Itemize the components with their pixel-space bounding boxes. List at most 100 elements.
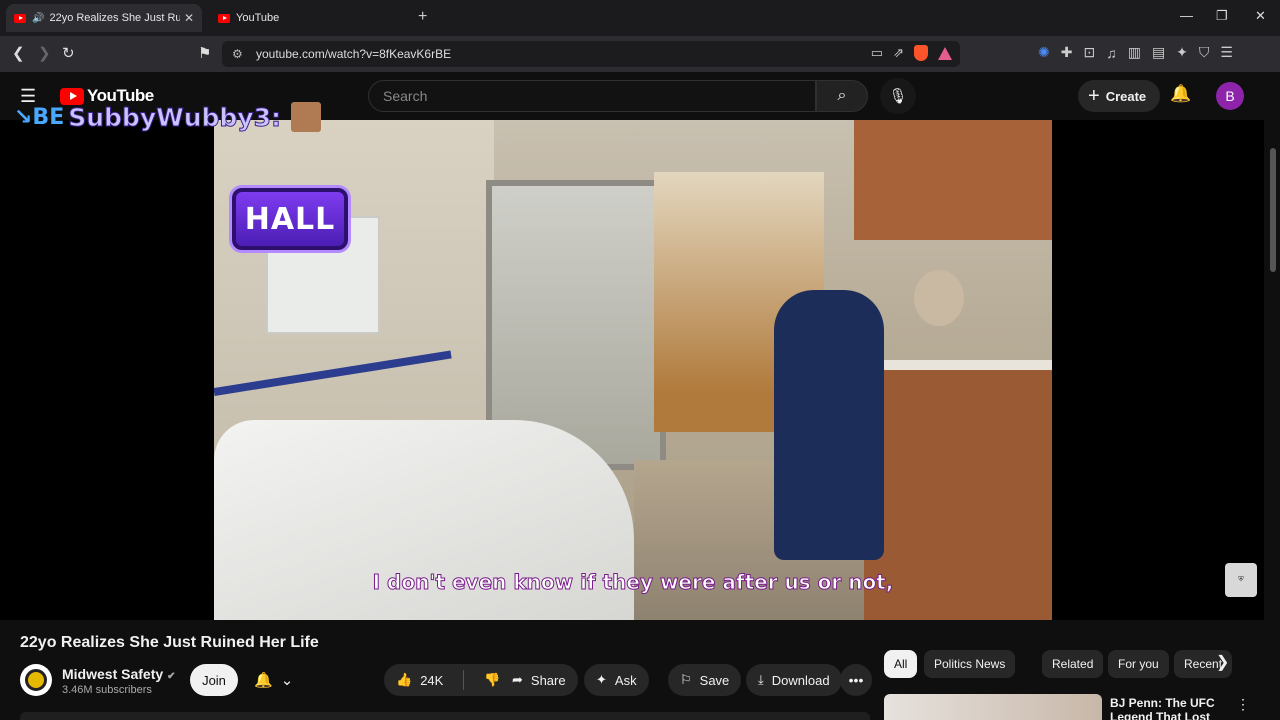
recommendation-thumbnail[interactable] <box>884 694 1102 720</box>
save-button[interactable]: ⚐ Save <box>668 664 742 696</box>
cast-icon[interactable]: ▭ <box>871 45 883 61</box>
microphone-icon: 🎙 <box>888 88 908 105</box>
browser-extensions: ✺ ✚ ⊡ ♫ ▥ ▤ ✦ ⛉ ☰ <box>1038 44 1233 61</box>
more-horizontal-icon: ••• <box>848 672 864 688</box>
chip-all[interactable]: All <box>884 650 918 678</box>
chip-politics-news[interactable]: Politics News <box>924 650 1016 678</box>
search-field[interactable] <box>368 80 816 112</box>
tab-title: YouTube <box>236 12 280 24</box>
youtube-favicon-icon <box>14 13 26 23</box>
address-bar[interactable]: ⚙ youtube.com/watch?v=8fKeavK6rBE ▭ ⇗ <box>222 41 960 67</box>
thumbs-up-icon: 👍 <box>396 672 413 687</box>
youtube-logo-icon <box>60 87 84 105</box>
save-label: Save <box>699 672 730 688</box>
channel-name-text[interactable]: Midwest Safety <box>62 666 163 682</box>
maximize-icon[interactable]: ❐ <box>1216 8 1228 24</box>
download-label: Download <box>771 672 830 688</box>
sparkle-icon: ✦ <box>596 672 607 687</box>
tab-title: 22yo Realizes She Just Ruined <box>49 12 180 24</box>
reload-icon[interactable]: ↻ <box>62 44 75 62</box>
wallet-icon[interactable]: ▤ <box>1152 44 1165 61</box>
channel-avatar[interactable] <box>20 664 52 696</box>
guide-menu-icon[interactable]: ☰ <box>20 86 36 107</box>
window-close-icon[interactable]: ✕ <box>1255 8 1266 24</box>
bookmark-icon[interactable]: ⚑ <box>198 44 211 62</box>
notifications-bell-icon[interactable]: 🔔 <box>1170 84 1191 104</box>
voice-search-button[interactable]: 🎙 <box>880 78 916 114</box>
create-label: Create <box>1105 88 1147 104</box>
search-input[interactable] <box>369 81 815 111</box>
browser-toolbar: ❮ ❯ ↻ ⚑ ⚙ youtube.com/watch?v=8fKeavK6rB… <box>0 36 1280 72</box>
like-count: 24K <box>420 672 444 688</box>
related-filter-chips: All Politics News Related For you Recent <box>884 650 1264 678</box>
screenshot-icon[interactable]: ⊡ <box>1083 44 1095 61</box>
minimize-icon[interactable]: — <box>1180 8 1193 23</box>
search-button[interactable]: ⌕ <box>816 80 868 112</box>
chip-related[interactable]: Related <box>1042 650 1104 678</box>
channel-watermark-icon[interactable]: ⛨ <box>1225 563 1257 597</box>
bell-icon: 🔔 <box>254 672 273 689</box>
vpn-icon[interactable]: ⛉ <box>1199 44 1210 61</box>
ask-button[interactable]: ✦ Ask <box>584 664 649 696</box>
ask-label: Ask <box>614 672 637 688</box>
share-icon: ➦ <box>512 672 523 687</box>
youtube-watch-page: HALL I don't even know if they were afte… <box>0 72 1280 720</box>
chevron-down-icon: ⌄ <box>280 672 294 689</box>
share-page-icon[interactable]: ⇗ <box>893 45 904 61</box>
extension-gear-icon[interactable]: ✺ <box>1038 44 1050 61</box>
channel-name[interactable]: Midwest Safety ✔ <box>62 666 176 682</box>
subscription-bell-button[interactable]: 🔔 ⌄ <box>248 664 306 696</box>
page-scrollbar[interactable] <box>1270 148 1276 272</box>
forward-icon[interactable]: ❯ <box>38 44 51 62</box>
video-subtitle: I don't even know if they were after us … <box>372 570 894 595</box>
tab-youtube[interactable]: YouTube <box>210 4 406 32</box>
new-tab-icon[interactable]: + <box>418 8 427 26</box>
chip-for-you[interactable]: For you <box>1108 650 1169 678</box>
scene-cabinets <box>854 120 1052 240</box>
media-icon[interactable]: ♫ <box>1106 45 1117 61</box>
tab-active-video[interactable]: 🔊 22yo Realizes She Just Ruined ✕ <box>6 4 202 32</box>
plus-icon: + <box>1088 84 1100 107</box>
description-box[interactable] <box>20 712 870 720</box>
recommendation-title[interactable]: BJ Penn: The UFC Legend That Lost His <box>1110 696 1226 720</box>
youtube-logo[interactable]: YouTube <box>60 86 154 106</box>
more-actions-button[interactable]: ••• <box>840 664 872 696</box>
scene-nurse-head <box>914 270 964 326</box>
download-button[interactable]: ⤓ Download <box>746 664 842 696</box>
youtube-logo-text: YouTube <box>87 86 154 105</box>
thumbs-down-icon: 👎 <box>484 672 501 687</box>
video-player[interactable]: HALL I don't even know if they were afte… <box>0 120 1264 620</box>
browser-tab-strip: 🔊 22yo Realizes She Just Ruined ✕ YouTub… <box>0 0 1280 36</box>
tab-close-icon[interactable]: ✕ <box>184 11 194 25</box>
join-button[interactable]: Join <box>190 664 238 696</box>
url-text[interactable]: youtube.com/watch?v=8fKeavK6rBE <box>256 47 451 61</box>
video-actions-row: Midwest Safety ✔ 3.46M subscribers Join 🔔… <box>20 664 880 700</box>
extensions-puzzle-icon[interactable]: ✚ <box>1061 44 1073 61</box>
sidebar-icon[interactable]: ▥ <box>1128 44 1141 61</box>
audio-playing-icon[interactable]: 🔊 <box>32 13 44 24</box>
share-button[interactable]: ➦ Share <box>500 664 578 696</box>
address-bar-actions: ▭ ⇗ <box>871 45 952 61</box>
verified-badge-icon: ✔ <box>167 671 176 682</box>
scene-nurse <box>774 290 884 560</box>
video-title: 22yo Realizes She Just Ruined Her Life <box>20 634 319 651</box>
back-icon[interactable]: ❮ <box>12 44 25 62</box>
location-badge-label: HALL <box>244 201 336 237</box>
location-badge: HALL <box>232 188 348 250</box>
share-label: Share <box>530 672 566 688</box>
search-icon: ⌕ <box>837 87 847 104</box>
create-button[interactable]: + Create <box>1078 80 1161 112</box>
site-info-icon[interactable]: ⚙ <box>232 47 243 61</box>
youtube-masthead: ☰ YouTube ⌕ 🎙 + Create 🔔 B <box>0 72 1280 120</box>
like-divider <box>463 670 465 690</box>
youtube-favicon-icon <box>218 13 230 23</box>
brave-shields-icon[interactable] <box>914 45 928 61</box>
brave-rewards-icon[interactable] <box>938 46 952 60</box>
chevron-right-icon[interactable]: ❯ <box>1216 652 1229 672</box>
menu-icon[interactable]: ☰ <box>1220 44 1233 61</box>
like-button[interactable]: 👍 24K <box>384 664 455 696</box>
more-vertical-icon[interactable]: ⋮ <box>1236 696 1250 713</box>
download-icon: ⤓ <box>758 672 764 687</box>
leo-ai-icon[interactable]: ✦ <box>1176 44 1188 61</box>
account-avatar[interactable]: B <box>1216 82 1244 110</box>
